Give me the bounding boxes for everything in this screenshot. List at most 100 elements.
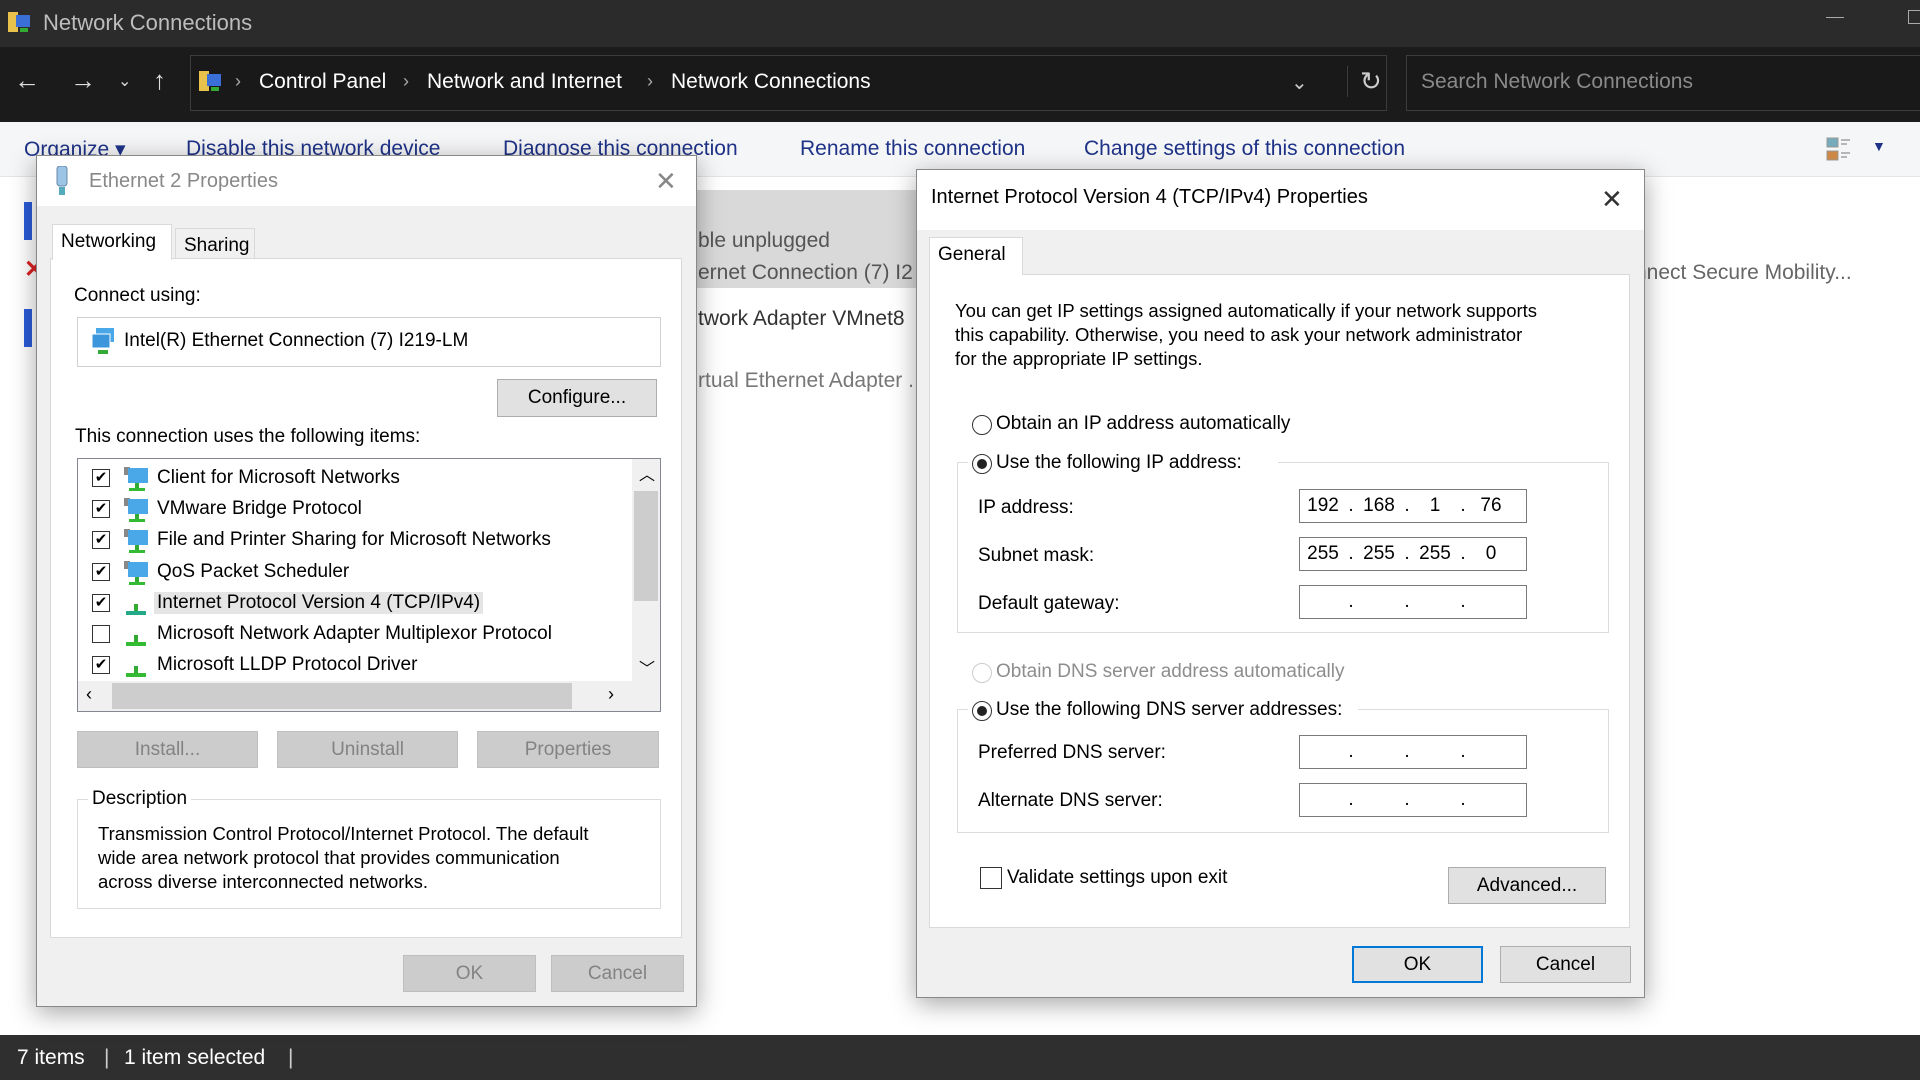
rename-connection-button[interactable]: Rename this connection: [800, 137, 1025, 161]
configure-button[interactable]: Configure...: [497, 379, 657, 417]
item-checkbox[interactable]: ✔: [92, 469, 110, 487]
use-following-dns-label[interactable]: Use the following DNS server addresses:: [996, 699, 1342, 721]
item-checkbox[interactable]: ✔: [92, 656, 110, 675]
ip-octet[interactable]: 255: [1356, 543, 1402, 565]
address-dropdown-chevron-icon[interactable]: ⌄: [1291, 70, 1308, 95]
tab-networking[interactable]: Networking: [52, 224, 172, 260]
minimize-icon[interactable]: [1826, 17, 1844, 18]
subnet-mask-input[interactable]: 255. 255. 255. 0: [1299, 537, 1527, 571]
window-title: Network Connections: [43, 10, 253, 35]
scroll-up-icon[interactable]: ︿: [639, 461, 655, 485]
breadcrumb-control-panel[interactable]: Control Panel: [259, 70, 386, 94]
octet-separator: .: [1348, 591, 1354, 612]
obtain-dns-auto-label: Obtain DNS server address automatically: [996, 661, 1345, 682]
ip-address-input[interactable]: 192. 168. 1. 76: [1299, 489, 1527, 523]
use-following-dns-radio[interactable]: [972, 701, 992, 721]
validate-label[interactable]: Validate settings upon exit: [1007, 867, 1227, 889]
address-bar[interactable]: › Control Panel › Network and Internet ›…: [190, 55, 1387, 111]
cancel-button[interactable]: Cancel: [551, 955, 684, 992]
list-item[interactable]: ✔ Internet Protocol Version 4 (TCP/IPv4): [78, 588, 618, 619]
ok-button[interactable]: OK: [403, 955, 536, 992]
tab-general[interactable]: General: [929, 237, 1023, 275]
list-item[interactable]: ✔ VMware Bridge Protocol: [78, 494, 618, 525]
connection-icon[interactable]: [24, 202, 32, 240]
intro-line: You can get IP settings assigned automat…: [955, 300, 1538, 321]
view-options-icon[interactable]: [1826, 136, 1852, 164]
cancel-button[interactable]: Cancel: [1500, 946, 1631, 983]
item-checkbox[interactable]: ✔: [92, 500, 110, 519]
ip-octet[interactable]: 0: [1468, 543, 1514, 565]
search-input[interactable]: Search Network Connections: [1406, 55, 1920, 111]
connect-using-label: Connect using:: [74, 285, 201, 306]
item-checkbox[interactable]: ✔: [92, 562, 110, 581]
up-arrow-icon[interactable]: ↑: [153, 65, 166, 96]
breadcrumb-network-connections[interactable]: Network Connections: [671, 70, 871, 94]
horizontal-scrollbar[interactable]: ‹ ›: [78, 681, 660, 711]
recent-locations-chevron-icon[interactable]: ⌄: [118, 71, 131, 91]
back-arrow-icon[interactable]: ←: [14, 65, 40, 96]
scrollbar-thumb[interactable]: [634, 491, 658, 601]
octet-separator: .: [1348, 741, 1354, 762]
item-checkbox[interactable]: ✔: [92, 531, 110, 550]
list-item[interactable]: Microsoft Network Adapter Multiplexor Pr…: [78, 619, 618, 650]
octet-separator: .: [1404, 591, 1410, 612]
description-text: Transmission Control Protocol/Internet P…: [98, 822, 589, 894]
item-label: Microsoft LLDP Protocol Driver: [157, 654, 418, 676]
status-bar: 7 items | 1 item selected |: [0, 1035, 1920, 1080]
ip-octet[interactable]: 1: [1412, 495, 1458, 517]
properties-button[interactable]: Properties: [477, 731, 659, 768]
default-gateway-label: Default gateway:: [978, 593, 1120, 614]
close-icon[interactable]: ✕: [1601, 184, 1623, 215]
ok-button[interactable]: OK: [1352, 946, 1483, 983]
control-panel-icon: [197, 68, 225, 96]
maximize-icon[interactable]: [1908, 10, 1920, 24]
obtain-dns-auto-radio[interactable]: [972, 663, 992, 683]
obtain-ip-auto-label[interactable]: Obtain an IP address automatically: [996, 413, 1290, 435]
scroll-down-icon[interactable]: ﹀: [639, 655, 655, 679]
preferred-dns-input[interactable]: ...: [1299, 735, 1527, 769]
subnet-mask-label: Subnet mask:: [978, 545, 1095, 566]
view-dropdown-icon[interactable]: ▼: [1872, 138, 1886, 154]
list-item[interactable]: ✔ File and Printer Sharing for Microsoft …: [78, 525, 618, 556]
validate-checkbox[interactable]: [980, 867, 1002, 889]
default-gateway-input[interactable]: ...: [1299, 585, 1527, 619]
change-settings-button[interactable]: Change settings of this connection: [1084, 137, 1405, 161]
list-item[interactable]: ✔ QoS Packet Scheduler: [78, 557, 618, 588]
octet-separator: .: [1460, 741, 1466, 762]
alternate-dns-input[interactable]: ...: [1299, 783, 1527, 817]
scroll-right-icon[interactable]: ›: [608, 684, 614, 705]
item-checkbox[interactable]: [92, 625, 110, 643]
list-item[interactable]: ✔ Client for Microsoft Networks: [78, 463, 618, 494]
breadcrumb-network-and-internet[interactable]: Network and Internet: [427, 70, 622, 94]
vertical-scrollbar[interactable]: ︿ ﹀: [632, 459, 660, 681]
ip-octet[interactable]: 76: [1468, 495, 1514, 517]
use-following-ip-radio[interactable]: [972, 454, 992, 474]
item-label: VMware Bridge Protocol: [157, 498, 362, 520]
advanced-button[interactable]: Advanced...: [1448, 867, 1606, 904]
ip-octet[interactable]: 255: [1300, 543, 1346, 565]
tab-sharing[interactable]: Sharing: [175, 228, 255, 258]
item-checkbox[interactable]: ✔: [92, 593, 110, 612]
forward-arrow-icon[interactable]: →: [70, 65, 96, 96]
breadcrumb-separator-icon: ›: [403, 71, 409, 91]
list-item[interactable]: ✔ Microsoft LLDP Protocol Driver: [78, 650, 618, 681]
install-button[interactable]: Install...: [77, 731, 258, 768]
refresh-icon[interactable]: ↻: [1347, 66, 1382, 97]
scrollbar-thumb[interactable]: [112, 683, 572, 709]
close-icon[interactable]: ✕: [655, 166, 677, 197]
use-following-ip-label[interactable]: Use the following IP address:: [996, 452, 1242, 474]
ip-octet[interactable]: 255: [1412, 543, 1458, 565]
octet-separator: .: [1404, 789, 1410, 810]
ip-octet[interactable]: 168: [1356, 495, 1402, 517]
connection-name[interactable]: twork Adapter VMnet8: [698, 307, 905, 331]
protocol-icon: [122, 590, 150, 618]
scroll-left-icon[interactable]: ‹: [86, 684, 92, 705]
general-panel: You can get IP settings assigned automat…: [929, 274, 1630, 928]
obtain-ip-auto-radio[interactable]: [972, 415, 992, 435]
dialog-title: Ethernet 2 Properties: [89, 170, 278, 192]
uninstall-button[interactable]: Uninstall: [277, 731, 458, 768]
title-bar: Network Connections: [0, 0, 1920, 47]
ip-octet[interactable]: 192: [1300, 495, 1346, 517]
connection-icon[interactable]: [24, 309, 32, 347]
selection-count: 1 item selected: [124, 1046, 266, 1069]
